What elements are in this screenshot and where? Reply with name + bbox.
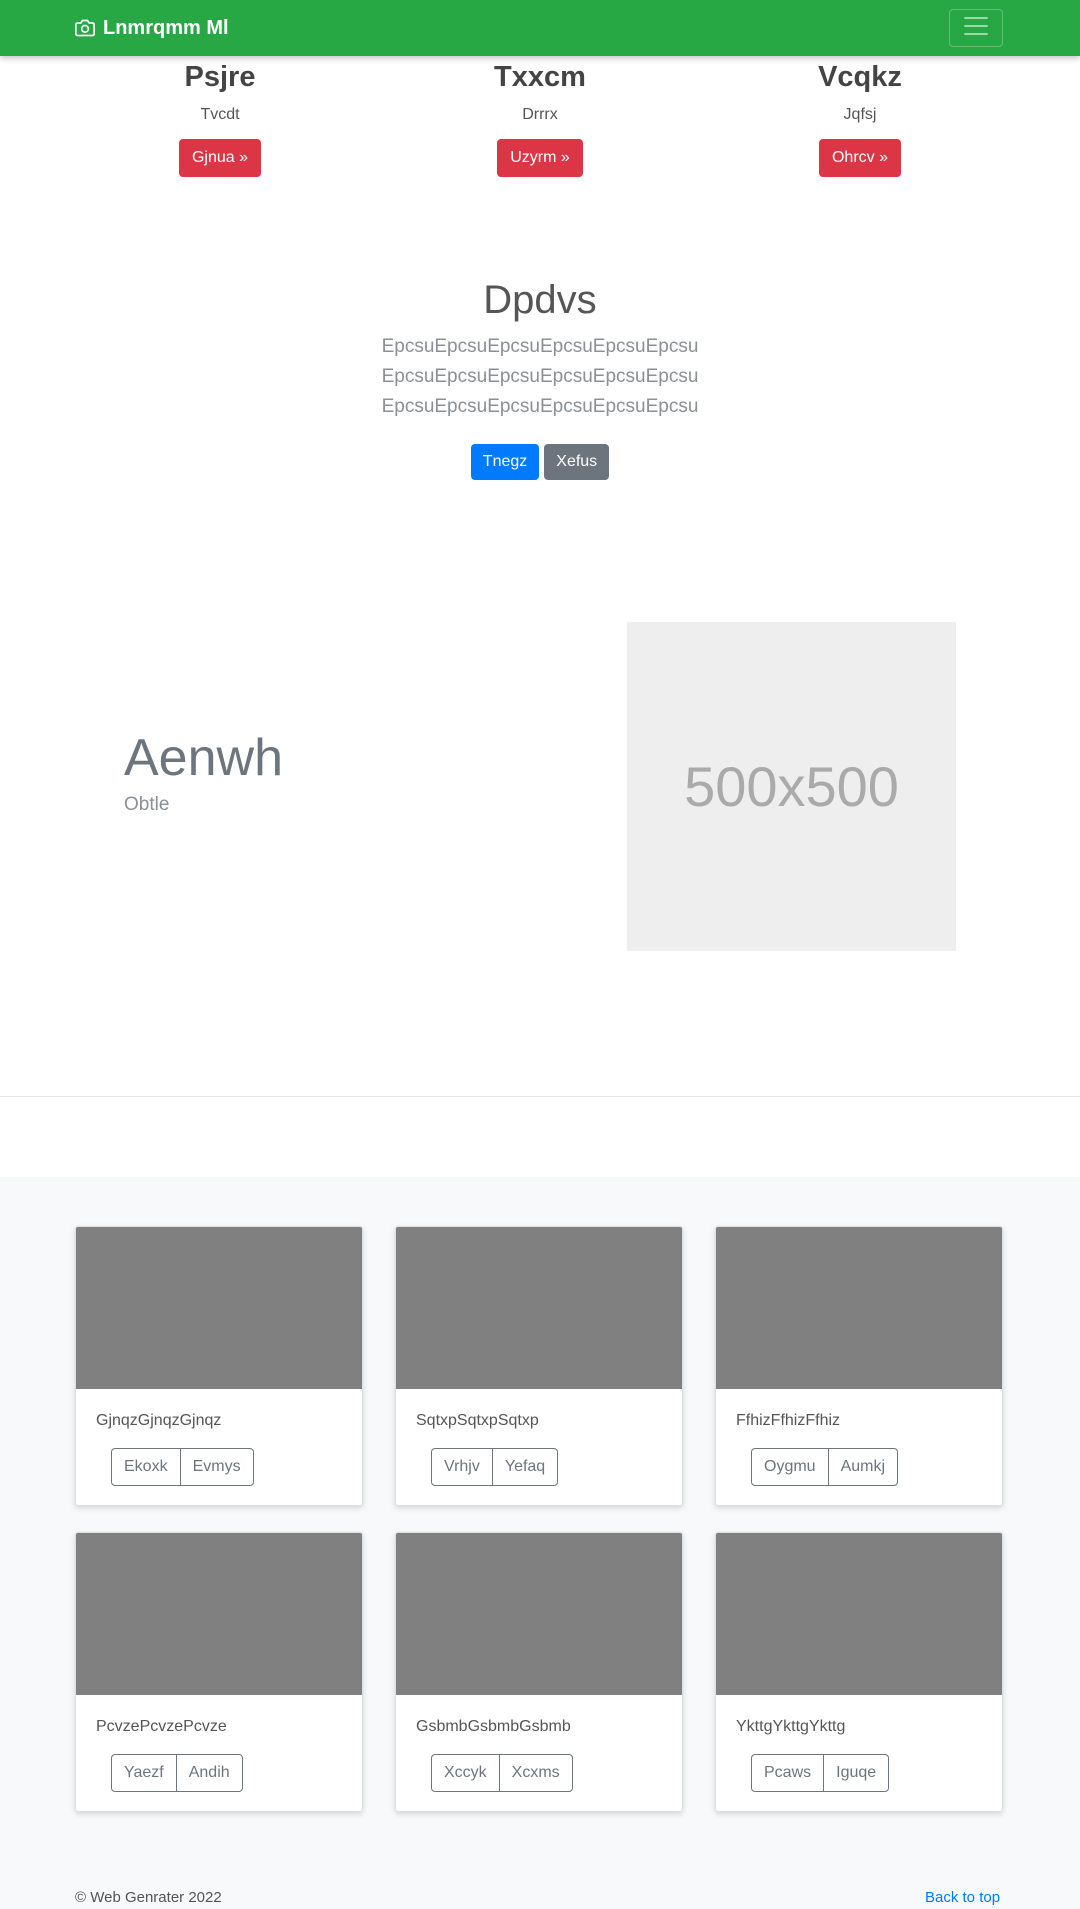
featurette-heading: Aenwh — [124, 729, 283, 787]
jumbotron-title: Dpdvs — [483, 278, 597, 322]
card-button-group: Ekoxk Evmys — [111, 1448, 254, 1486]
album-card: FfhizFfhizFfhiz Oygmu Aumkj — [715, 1226, 1003, 1506]
album-card: YkttgYkttgYkttg Pcaws Iguqe — [715, 1532, 1003, 1812]
card-button-left[interactable]: Xccyk — [431, 1754, 500, 1792]
card-text: GjnqzGjnqzGjnqz — [96, 1412, 222, 1429]
card-button-left[interactable]: Ekoxk — [111, 1448, 181, 1486]
feature-column-2: Txxcm Drrrx Uzyrm » — [390, 58, 690, 177]
card-text: YkttgYkttgYkttg — [736, 1718, 846, 1735]
card-button-right[interactable]: Iguqe — [823, 1754, 890, 1792]
secondary-button[interactable]: Xefus — [544, 444, 610, 480]
brand-name: Lnmrqmm Ml — [103, 17, 229, 39]
card-button-left[interactable]: Oygmu — [751, 1448, 829, 1486]
footer-copyright: © Web Genrater 2022 — [75, 1889, 222, 1906]
card-button-right[interactable]: Andih — [175, 1754, 243, 1792]
album-card: GjnqzGjnqzGjnqz Ekoxk Evmys — [75, 1226, 363, 1506]
card-text: FfhizFfhizFfhiz — [736, 1412, 841, 1429]
column-subtitle: Drrrx — [522, 106, 558, 123]
navbar: Lnmrqmm Ml — [0, 0, 1080, 56]
card-text: SqtxpSqtxpSqtxp — [416, 1412, 539, 1429]
column-action-button[interactable]: Ohrcv » — [818, 139, 901, 177]
column-subtitle: Tvcdt — [200, 106, 240, 123]
placeholder-label: 500x500 — [684, 755, 899, 818]
card-image-placeholder — [396, 1227, 682, 1389]
column-subtitle: Jqfsj — [843, 106, 877, 123]
album-card: PcvzePcvzePcvze Yaezf Andih — [75, 1532, 363, 1812]
album-card: SqtxpSqtxpSqtxp Vrhjv Yefaq — [395, 1226, 683, 1506]
feature-column-3: Vcqkz Jqfsj Ohrcv » — [710, 58, 1010, 177]
camera-icon — [75, 18, 95, 38]
jumbotron-actions: Tnegz Xefus — [0, 444, 1080, 480]
card-button-right[interactable]: Yefaq — [491, 1448, 559, 1486]
card-button-right[interactable]: Evmys — [179, 1448, 254, 1486]
hamburger-icon — [961, 11, 991, 46]
back-to-top-link[interactable]: Back to top — [925, 1888, 1000, 1908]
jumbotron-lead: EpcsuEpcsuEpcsuEpcsuEpcsuEpcsu EpcsuEpcs… — [381, 336, 699, 417]
card-image-placeholder — [396, 1533, 682, 1695]
column-action-button[interactable]: Uzyrm » — [497, 139, 583, 177]
column-title: Psjre — [184, 61, 256, 93]
card-image-placeholder — [716, 1533, 1002, 1695]
card-button-left[interactable]: Yaezf — [111, 1754, 177, 1792]
jumbotron: Dpdvs EpcsuEpcsuEpcsuEpcsuEpcsuEpcsu Epc… — [0, 276, 1080, 480]
card-text: GsbmbGsbmbGsbmb — [416, 1718, 571, 1735]
navbar-toggler-button[interactable] — [949, 9, 1003, 47]
placeholder-image: 500x500 — [627, 622, 956, 951]
card-button-group: Pcaws Iguqe — [751, 1754, 890, 1792]
card-button-right[interactable]: Aumkj — [827, 1448, 899, 1486]
card-button-group: Vrhjv Yefaq — [431, 1448, 559, 1486]
card-text: PcvzePcvzePcvze — [96, 1718, 227, 1735]
album-card: GsbmbGsbmbGsbmb Xccyk Xcxms — [395, 1532, 683, 1812]
card-button-right[interactable]: Xcxms — [498, 1754, 573, 1792]
column-title: Txxcm — [494, 61, 586, 93]
card-button-group: Oygmu Aumkj — [751, 1448, 899, 1486]
card-image-placeholder — [716, 1227, 1002, 1389]
card-image-placeholder — [76, 1533, 362, 1695]
featurette-subheading: Obtle — [124, 794, 170, 815]
column-action-button[interactable]: Gjnua » — [178, 139, 262, 177]
card-button-group: Xccyk Xcxms — [431, 1754, 573, 1792]
card-button-left[interactable]: Vrhjv — [431, 1448, 493, 1486]
column-title: Vcqkz — [818, 61, 902, 93]
card-button-left[interactable]: Pcaws — [751, 1754, 825, 1792]
brand-link[interactable]: Lnmrqmm Ml — [75, 14, 229, 42]
card-image-placeholder — [76, 1227, 362, 1389]
feature-column-1: Psjre Tvcdt Gjnua » — [70, 58, 370, 177]
featurette-divider — [0, 1096, 1080, 1097]
card-button-group: Yaezf Andih — [111, 1754, 243, 1792]
primary-button[interactable]: Tnegz — [470, 444, 540, 480]
